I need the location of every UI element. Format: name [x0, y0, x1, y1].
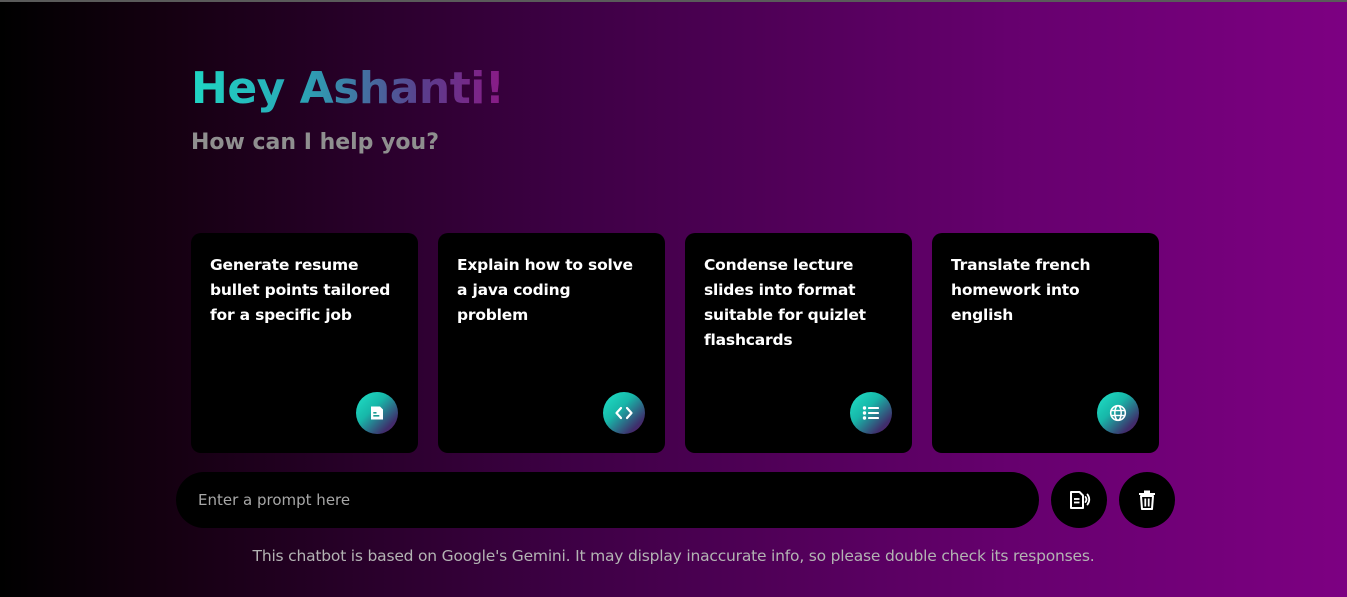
greeting-subtitle: How can I help you? [191, 130, 439, 155]
delete-chat-button[interactable] [1119, 472, 1175, 528]
greeting-title: Hey Ashanti! [191, 60, 505, 118]
code-icon [603, 392, 645, 434]
suggestion-card-quizlet[interactable]: Condense lecture slides into format suit… [685, 233, 912, 453]
greeting-header: Hey Ashanti! How can I help you? [191, 60, 505, 158]
suggestion-text: Generate resume bullet points tailored f… [210, 256, 391, 324]
document-icon [356, 392, 398, 434]
suggestion-list: Generate resume bullet points tailored f… [191, 233, 1159, 453]
window-top-border [0, 0, 1347, 2]
suggestion-text: Condense lecture slides into format suit… [704, 256, 866, 349]
prompt-input[interactable] [176, 472, 1039, 528]
suggestion-text: Explain how to solve a java coding probl… [457, 256, 633, 324]
speech-to-text-button[interactable] [1051, 472, 1107, 528]
disclaimer-text: This chatbot is based on Google's Gemini… [252, 547, 1095, 565]
suggestion-card-resume[interactable]: Generate resume bullet points tailored f… [191, 233, 418, 453]
suggestion-card-translate[interactable]: Translate french homework into english [932, 233, 1159, 453]
trash-icon [1139, 490, 1155, 510]
suggestion-card-java[interactable]: Explain how to solve a java coding probl… [438, 233, 665, 453]
speech-to-text-icon [1070, 491, 1091, 509]
suggestion-text: Translate french homework into english [951, 256, 1091, 324]
globe-icon [1097, 392, 1139, 434]
list-icon [850, 392, 892, 434]
prompt-bar [176, 472, 1175, 528]
